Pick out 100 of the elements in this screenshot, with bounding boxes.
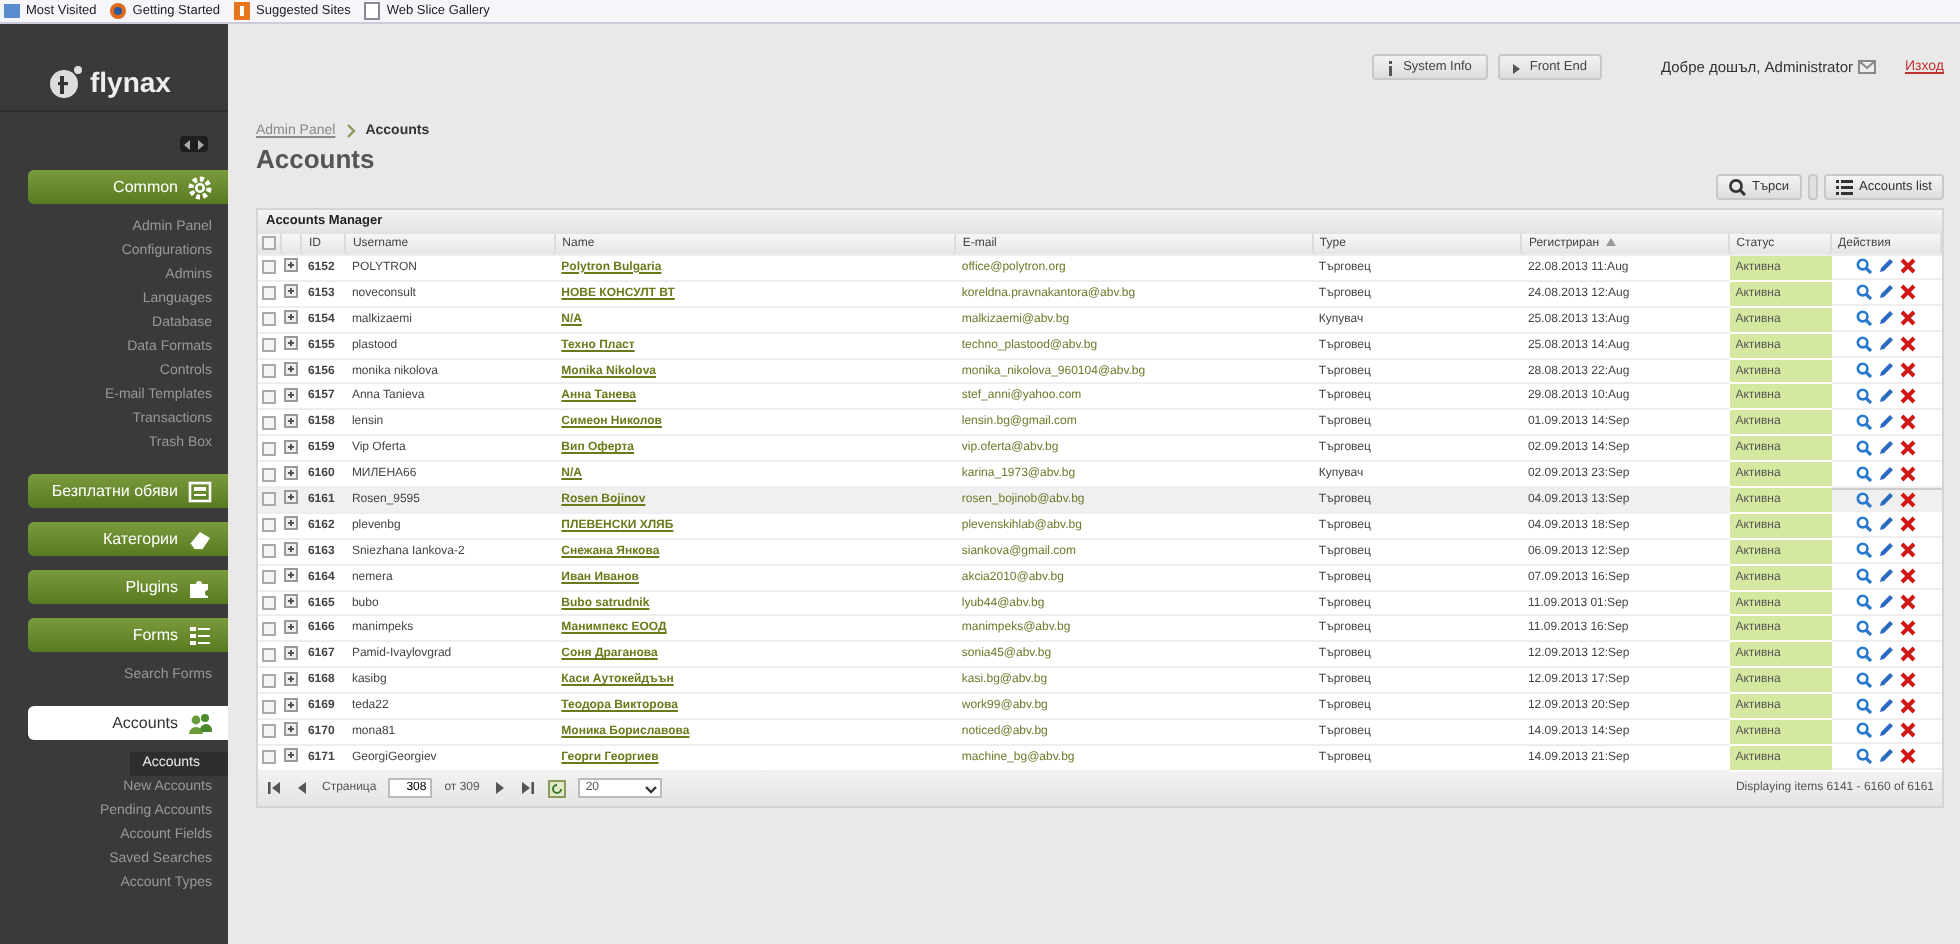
expand-icon [283,594,298,609]
row-checkbox[interactable] [262,492,276,507]
refresh-icon[interactable] [547,779,566,798]
delete-icon [1900,516,1917,533]
menu-section[interactable]: Accounts [28,706,228,740]
expand-icon [283,284,298,299]
expand-icon [283,258,298,273]
delete-icon [1900,542,1917,559]
newspaper-icon [188,479,212,503]
row-checkbox[interactable] [262,415,276,430]
last-page-icon[interactable] [519,780,536,797]
row-checkbox[interactable] [262,621,276,636]
delete-icon [1900,465,1917,482]
delete-icon [1900,439,1917,456]
delete-icon [1900,568,1917,585]
envelope-icon [1857,60,1875,74]
expand-icon [283,516,298,531]
row-checkbox[interactable] [262,286,276,301]
search-icon [1856,284,1873,301]
delete-icon [1900,594,1917,611]
delete-icon [1900,413,1917,430]
row-checkbox[interactable] [262,673,276,688]
menu-section[interactable]: Категории [28,522,228,556]
search-icon [1856,619,1873,636]
search-icon [1856,722,1873,739]
search-icon [1856,465,1873,482]
logo-icon [48,63,84,99]
expand-icon [283,619,298,634]
expand-icon [283,568,298,583]
row-checkbox[interactable] [262,570,276,585]
page-title: Accounts [256,144,375,174]
expand-icon [283,671,298,686]
first-page-icon[interactable] [266,780,282,797]
expand-icon [283,748,298,763]
delete-icon [1900,748,1917,765]
row-checkbox[interactable] [262,699,276,714]
delete-icon [1900,310,1917,327]
delete-icon [1900,362,1917,378]
menu-section[interactable]: Forms [28,618,228,652]
delete-icon [1900,336,1917,353]
menu-section[interactable]: Common [28,170,228,204]
delete-icon [1900,258,1917,275]
expand-icon [283,310,298,325]
globe-icon [108,0,129,22]
expand-icon [283,542,298,557]
row-checkbox[interactable] [262,441,276,456]
delete-icon [1900,619,1917,636]
search-icon [1856,336,1873,353]
menu-section[interactable]: Plugins [28,570,228,604]
row-checkbox[interactable] [262,467,276,482]
next-page-icon[interactable] [491,780,508,797]
search-icon [1856,697,1873,714]
delete-icon [1900,722,1917,739]
search-icon [1856,439,1873,456]
delete-icon [1900,671,1917,688]
delete-icon [1900,645,1917,662]
row-checkbox[interactable] [262,260,276,275]
row-checkbox[interactable] [262,647,276,662]
puzzle-icon [188,575,212,599]
row-checkbox[interactable] [262,338,276,353]
delete-icon [1900,284,1917,301]
expand-icon [283,387,298,402]
expand-icon [283,722,298,737]
search-icon [1856,387,1873,404]
expand-icon [283,439,298,454]
search-icon [1856,362,1873,378]
row-checkbox[interactable] [262,518,276,533]
list-icon [188,623,212,647]
delete-icon [1900,697,1917,714]
search-icon [1856,645,1873,662]
search-icon [1856,594,1873,611]
search-icon [1856,568,1873,585]
previous-page-icon[interactable] [294,780,310,797]
search-icon [1856,748,1873,765]
search-icon [1856,310,1873,327]
delete-icon [1900,491,1917,508]
row-checkbox[interactable] [262,724,276,739]
expand-icon [283,697,298,712]
expand-icon [283,362,298,376]
menu-section[interactable]: Безплатни обяви [28,474,228,508]
search-icon [1856,491,1873,508]
expand-icon [283,490,298,505]
gear-icon [188,175,212,199]
search-icon [1856,542,1873,559]
collapse-toggle[interactable] [180,136,208,152]
logo-text: flynax [90,65,171,97]
chevron-icon [345,124,356,138]
row-checkbox[interactable] [262,544,276,559]
row-checkbox[interactable] [262,364,276,378]
eraser-icon [188,527,212,551]
row-checkbox[interactable] [262,596,276,611]
row-checkbox[interactable] [262,312,276,327]
search-icon [1727,178,1746,196]
caret-icon [643,781,658,796]
select-all-checkbox[interactable] [262,236,276,251]
info-icon [1383,57,1396,77]
search-icon [1856,258,1873,275]
row-checkbox[interactable] [262,389,276,404]
row-checkbox[interactable] [262,750,276,765]
expand-icon [283,645,298,660]
